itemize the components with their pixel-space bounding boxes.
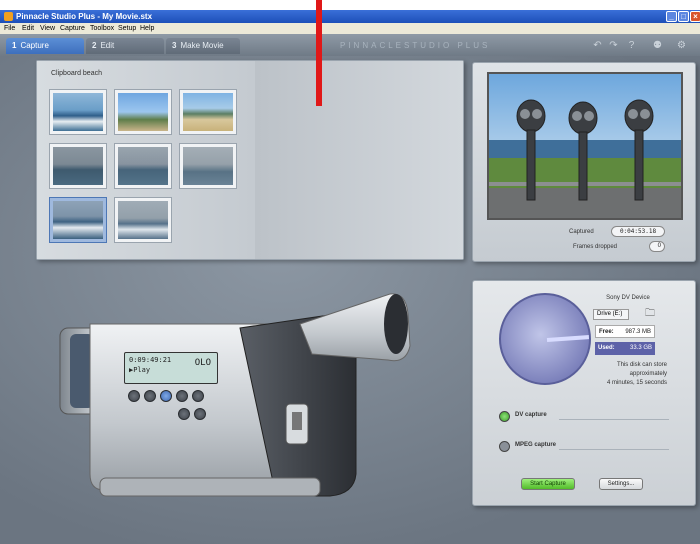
tab-number: 3 [172, 41, 177, 50]
dv-capture-label: DV capture [515, 412, 547, 418]
menu-bar: File Edit View Capture Toolbox Setup Hel… [0, 23, 700, 34]
capacity-line: approximately [629, 371, 667, 377]
stop-button[interactable] [144, 390, 156, 402]
thumbnail-image [118, 201, 168, 239]
free-label: Free: [599, 329, 614, 335]
divider [559, 419, 669, 420]
step-back-button[interactable] [178, 408, 190, 420]
scene-thumbnail[interactable] [49, 89, 107, 135]
capacity-line: 4 minutes, 15 seconds [606, 380, 667, 386]
tab-label: Capture [20, 41, 49, 50]
drive-selector[interactable]: Drive (E:) [593, 309, 629, 320]
tab-capture[interactable]: 1 Capture [6, 38, 84, 54]
settings-button[interactable]: Settings... [599, 478, 643, 490]
thumbnail-image [53, 147, 103, 185]
lcd-badge: OLO [194, 358, 211, 368]
menu-capture[interactable]: Capture [60, 23, 85, 34]
scene-thumbnail-selected[interactable] [49, 197, 107, 243]
menu-help[interactable]: Help [140, 23, 154, 34]
folder-icon[interactable]: 🗀 [645, 308, 659, 319]
tab-label: Make Movie [180, 41, 224, 50]
radio-unselected-icon[interactable] [499, 441, 510, 452]
annotation-marker [316, 0, 322, 106]
thumbnail-image [118, 147, 168, 185]
menu-setup[interactable]: Setup [118, 23, 136, 34]
brand-logo: PINNACLESTUDIO PLUS [340, 41, 491, 50]
maximize-button[interactable]: □ [678, 11, 689, 22]
disk-space-dial [499, 293, 591, 385]
album-page-left: Clipboard beach [37, 61, 255, 259]
tab-number: 1 [12, 41, 17, 50]
scene-thumbnail[interactable] [179, 89, 237, 135]
capacity-line: This disk can store [616, 362, 667, 368]
used-space: Used: 33.3 GB [595, 342, 655, 355]
dial-needle [546, 333, 589, 342]
free-space: Free: 987.3 MB [595, 325, 655, 338]
preview-screen [487, 72, 683, 220]
menu-file[interactable]: File [4, 23, 15, 34]
frames-dropped-value: 0 [649, 241, 665, 252]
camcorder-body [59, 293, 411, 497]
video-player: Captured 0:04:53.18 Frames dropped 0 [472, 62, 696, 262]
capture-device: Sony DV Device [606, 295, 650, 301]
workspace: Clipboard beach Captured 0:04:53.18 Fram… [0, 56, 700, 544]
start-capture-button[interactable]: Start Capture [521, 478, 575, 490]
divider [559, 449, 669, 450]
undo-icon[interactable]: ↶ [592, 40, 603, 51]
pause-button[interactable] [176, 390, 188, 402]
step-forward-button[interactable] [194, 408, 206, 420]
title-bar: Pinnacle Studio Plus - My Movie.stx _ □ … [0, 10, 700, 23]
scene-thumbnail[interactable] [114, 197, 172, 243]
rewind-button[interactable] [128, 390, 140, 402]
thumbnail-image [183, 93, 233, 131]
tab-bar: 1 Capture 2 Edit 3 Make Movie PINNACLESTUDI… [0, 34, 700, 56]
settings-icon[interactable]: ⚙ [676, 40, 687, 51]
preview-image [489, 74, 681, 218]
tab-label: Edit [100, 41, 115, 50]
capacity-description: This disk can store approximately 4 minu… [593, 361, 667, 388]
menu-edit[interactable]: Edit [22, 23, 34, 34]
thumbnail-image [53, 201, 103, 239]
scene-thumbnail[interactable] [114, 143, 172, 189]
used-value: 33.3 GB [629, 345, 652, 351]
frames-dropped-label: Frames dropped [573, 244, 618, 250]
tab-edit[interactable]: 2 Edit [86, 38, 164, 54]
fast-forward-button[interactable] [192, 390, 204, 402]
minimize-button[interactable]: _ [666, 11, 677, 22]
app-icon [4, 12, 13, 21]
redo-icon[interactable]: ↷ [608, 40, 619, 51]
camcorder-lcd: 0:09:49:21 Play OLO [124, 352, 218, 384]
dv-capture-option[interactable]: DV capture [499, 411, 669, 423]
radio-selected-icon[interactable] [499, 411, 510, 422]
mpeg-capture-label: MPEG capture [515, 442, 557, 448]
used-label: Used: [598, 345, 615, 351]
thumbnail-image [53, 93, 103, 131]
free-value: 987.3 MB [625, 329, 651, 335]
tab-number: 2 [92, 41, 97, 50]
album-page-right [255, 61, 463, 259]
thumbnail-image [183, 147, 233, 185]
album: Clipboard beach [36, 60, 464, 260]
captured-timecode: 0:04:53.18 [611, 226, 665, 237]
scene-thumbnail[interactable] [114, 89, 172, 135]
menu-toolbox[interactable]: Toolbox [90, 23, 114, 34]
tab-make-movie[interactable]: 3 Make Movie [166, 38, 240, 54]
capture-panel: Sony DV Device Drive (E:) 🗀 Free: 987.3 … [472, 280, 696, 506]
window-title: Pinnacle Studio Plus - My Movie.stx [16, 12, 153, 21]
scene-thumbnail[interactable] [179, 143, 237, 189]
thumbnail-image [118, 93, 168, 131]
camcorder-controller: 0:09:49:21 Play OLO [40, 284, 420, 514]
play-button[interactable] [160, 390, 172, 402]
idea-icon[interactable]: ⚉ [652, 40, 663, 51]
help-icon[interactable]: ? [626, 40, 637, 51]
close-button[interactable]: × [690, 11, 700, 22]
album-heading: Clipboard beach [51, 70, 102, 77]
captured-label: Captured [569, 229, 594, 235]
scene-thumbnail[interactable] [49, 143, 107, 189]
mpeg-capture-option[interactable]: MPEG capture [499, 441, 669, 453]
menu-view[interactable]: View [40, 23, 55, 34]
